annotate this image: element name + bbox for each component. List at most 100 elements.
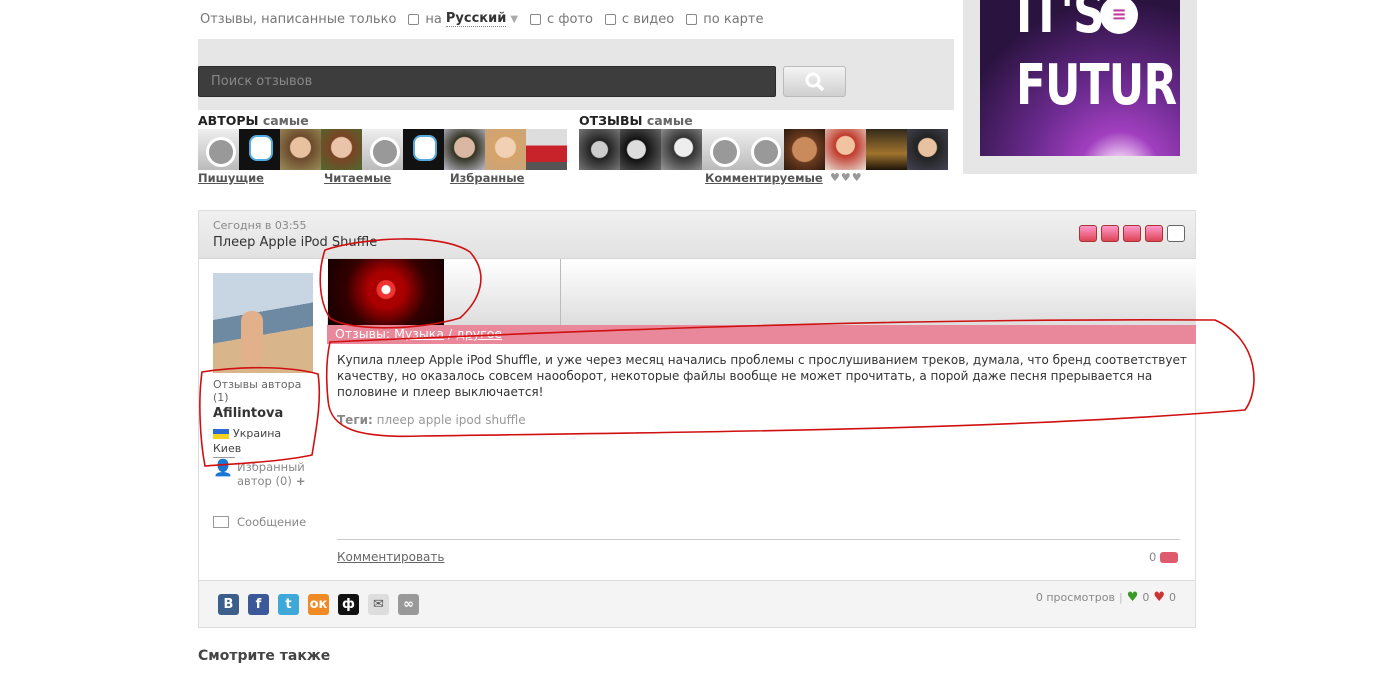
ad-banner[interactable]: IT'S ≡ FUTURE <box>963 0 1197 174</box>
review-date: Сегодня в 03:55 <box>213 219 307 232</box>
search-button[interactable] <box>783 66 846 97</box>
review-thumb[interactable] <box>784 129 825 170</box>
category-bar: Отзывы: Музыка / другое <box>327 325 1196 344</box>
avatar[interactable] <box>213 273 313 373</box>
flag-icon <box>213 428 229 439</box>
author-thumb[interactable] <box>198 129 239 170</box>
subcategory-link[interactable]: другое <box>456 326 502 341</box>
thumb-down-icon[interactable] <box>1123 225 1141 242</box>
search-icon <box>805 72 824 91</box>
facebook-icon[interactable]: f <box>248 594 269 615</box>
favorite-author-label-1: Избранный <box>237 460 305 474</box>
review-thumb[interactable] <box>620 129 661 170</box>
vk-icon[interactable]: В <box>218 594 239 615</box>
author-panel: Отзывы автора (1) Afilintova Украина Кие… <box>213 273 313 458</box>
livejournal-icon[interactable]: ф <box>338 594 359 615</box>
thumb-down-icon[interactable] <box>1079 225 1097 242</box>
link-favorite[interactable]: Избранные <box>450 171 524 185</box>
favorite-author-button[interactable]: 👤 Избранный автор (0) + <box>213 460 306 489</box>
review-thumb[interactable] <box>907 129 948 170</box>
review-stats: 0 просмотров | ♥ 0 ♥ 0 <box>1036 590 1176 605</box>
filter-row: Отзывы, написанные только на Русский ▼ с ф… <box>200 11 764 27</box>
share-bar: В f t ок ф ✉ ∞ <box>218 594 419 615</box>
heart-icon[interactable]: ♥ <box>1127 590 1139 605</box>
review-title[interactable]: Плеер Apple iPod Shuffle <box>213 235 377 250</box>
review-thumb[interactable] <box>579 129 620 170</box>
tags-value[interactable]: плеер apple ipod shuffle <box>377 413 526 427</box>
author-thumb[interactable] <box>403 129 444 170</box>
twitter-icon[interactable]: t <box>278 594 299 615</box>
divider <box>560 259 561 327</box>
video-filter-label: с видео <box>621 11 675 27</box>
thumb-down-icon[interactable] <box>1101 225 1119 242</box>
lang-filter[interactable]: на Русский ▼ <box>408 11 518 27</box>
review-thumb[interactable] <box>661 129 702 170</box>
photo-strip <box>327 259 1196 327</box>
odnoklassniki-icon[interactable]: ок <box>308 594 329 615</box>
video-checkbox[interactable] <box>604 13 616 25</box>
author-country: Украина <box>213 427 313 440</box>
reviews-thumbs <box>579 129 948 170</box>
map-checkbox[interactable] <box>686 13 698 25</box>
review-thumb[interactable] <box>702 129 743 170</box>
review-header: Сегодня в 03:55 Плеер Apple iPod Shuffle <box>199 211 1195 259</box>
review-photo[interactable] <box>328 259 444 327</box>
link-commented[interactable]: Комментируемые <box>705 171 823 185</box>
views-count: 0 просмотров <box>1035 591 1115 604</box>
link-read[interactable]: Читаемые <box>324 171 391 185</box>
category-label: Отзывы: <box>335 326 391 341</box>
chevron-down-icon[interactable]: ▼ <box>510 14 518 25</box>
author-reviews-link[interactable]: Отзывы автора (1) <box>213 378 313 404</box>
author-thumb[interactable] <box>362 129 403 170</box>
category-link[interactable]: Музыка <box>394 326 444 341</box>
link-icon[interactable]: ∞ <box>398 594 419 615</box>
thumb-down-icon[interactable] <box>1167 225 1185 242</box>
ad-logo-icon: ≡ <box>1100 0 1138 34</box>
country-label: Украина <box>233 427 282 440</box>
author-thumb[interactable] <box>485 129 526 170</box>
hearts-icon[interactable]: ♥♥♥ <box>830 171 863 184</box>
photo-filter-label: с фото <box>547 11 593 27</box>
review-card: Сегодня в 03:55 Плеер Apple iPod Shuffle… <box>198 210 1196 628</box>
reviews-tops-title: ОТЗЫВЫ самые <box>579 113 693 128</box>
message-label: Сообщение <box>237 515 307 529</box>
divider <box>337 539 1180 540</box>
map-filter-label: по карте <box>703 11 764 27</box>
photo-checkbox[interactable] <box>530 13 542 25</box>
author-name[interactable]: Afilintova <box>213 406 313 421</box>
lang-checkbox[interactable] <box>408 13 420 25</box>
author-thumb[interactable] <box>526 129 567 170</box>
video-filter[interactable]: с видео <box>604 11 675 27</box>
lang-prefix: на <box>425 11 442 27</box>
authors-title: АВТОРЫ <box>198 113 259 128</box>
broken-heart-icon[interactable]: ♥ <box>1153 590 1165 605</box>
comment-count[interactable]: 0 <box>1149 550 1179 564</box>
link-writing[interactable]: Пишущие <box>198 171 264 185</box>
plus-icon[interactable]: + <box>296 474 306 488</box>
search-band: Поиск отзывов <box>198 39 954 110</box>
map-filter[interactable]: по карте <box>686 11 764 27</box>
authors-suffix: самые <box>262 113 309 128</box>
reviews-suffix: самые <box>646 113 693 128</box>
author-thumb[interactable] <box>280 129 321 170</box>
likes-count: 0 <box>1142 591 1150 604</box>
author-thumb[interactable] <box>444 129 485 170</box>
email-icon[interactable]: ✉ <box>368 594 389 615</box>
comment-link[interactable]: Комментировать <box>337 550 444 564</box>
author-thumb[interactable] <box>321 129 362 170</box>
author-thumb[interactable] <box>239 129 280 170</box>
review-thumb[interactable] <box>866 129 907 170</box>
thumb-down-icon[interactable] <box>1145 225 1163 242</box>
ad-image[interactable]: IT'S ≡ FUTURE <box>980 0 1180 156</box>
review-thumb[interactable] <box>743 129 784 170</box>
dislikes-count: 0 <box>1169 591 1176 604</box>
lang-select[interactable]: Русский <box>445 11 507 27</box>
authors-thumbs <box>198 129 567 170</box>
separator: | <box>1118 591 1123 604</box>
rating[interactable] <box>1079 225 1185 242</box>
search-input[interactable]: Поиск отзывов <box>198 66 776 97</box>
ad-line1: IT'S <box>1016 0 1105 46</box>
review-thumb[interactable] <box>825 129 866 170</box>
photo-filter[interactable]: с фото <box>530 12 593 27</box>
message-button[interactable]: Сообщение <box>213 515 306 529</box>
